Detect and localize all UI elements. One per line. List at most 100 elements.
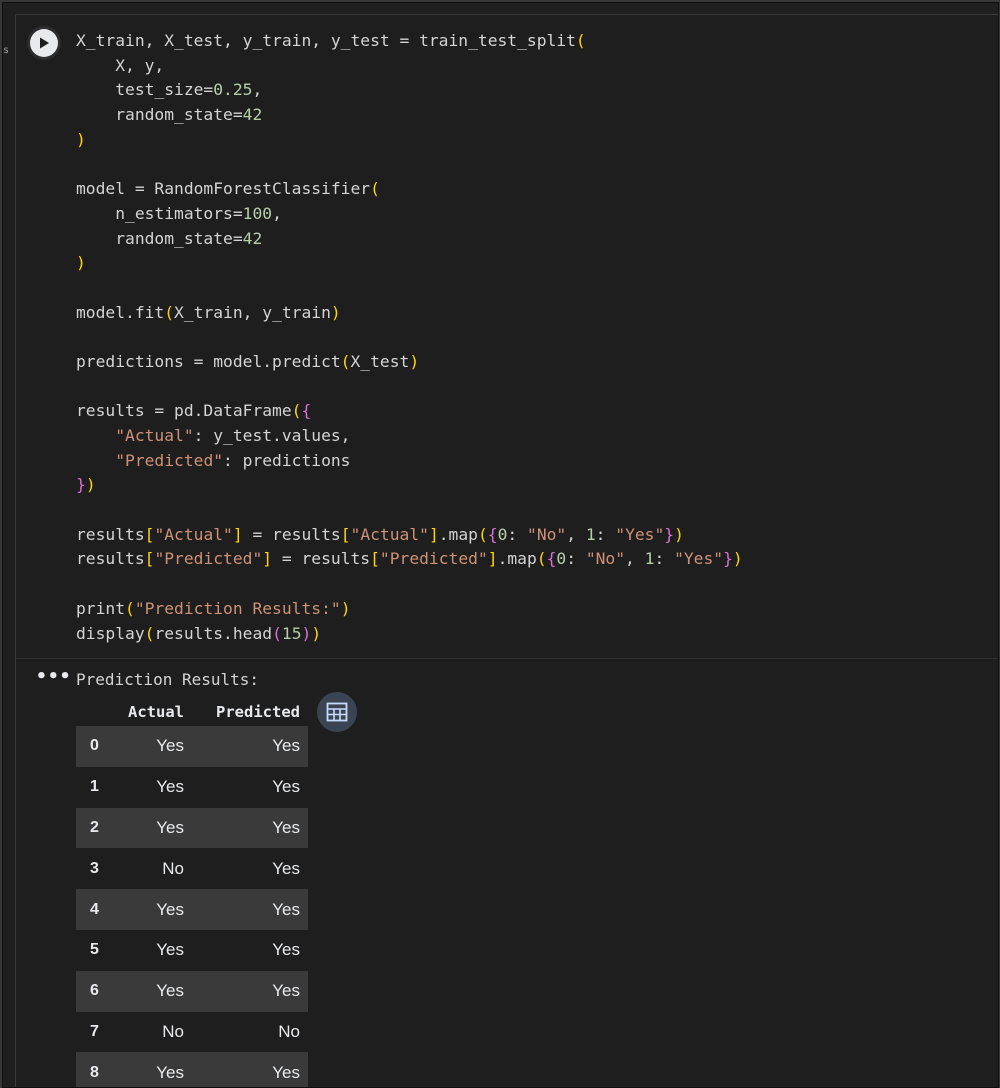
- table-row: 8 Yes Yes: [76, 1052, 308, 1087]
- code-token: .map: [497, 549, 537, 569]
- code-token: 0.25: [213, 80, 253, 100]
- code-token: : predictions: [223, 450, 351, 470]
- code-token: (: [536, 549, 547, 569]
- column-header-predicted: Predicted: [216, 703, 300, 721]
- code-line: test_size=0.25,: [76, 78, 743, 103]
- code-token: ): [330, 302, 341, 322]
- table-grid-icon: [326, 702, 348, 722]
- code-token: .map: [438, 524, 478, 544]
- code-token: "Predicted": [379, 549, 488, 569]
- code-token: }: [723, 549, 733, 569]
- code-token: X, y,: [76, 55, 165, 75]
- convert-to-interactive-table-button[interactable]: [317, 692, 357, 732]
- code-token: ): [76, 129, 86, 149]
- code-line: n_estimators=100,: [76, 202, 743, 227]
- table-row: 7 No No: [76, 1011, 308, 1053]
- code-token: 1: [585, 524, 596, 544]
- code-token: :: [566, 549, 586, 569]
- cell-predicted: Yes: [184, 807, 308, 849]
- code-token: [: [340, 524, 351, 544]
- code-token: X_train, X_test, y_train, y_test = train…: [76, 31, 576, 50]
- code-token: (: [291, 401, 302, 421]
- run-cell-button[interactable]: [30, 29, 58, 57]
- code-token: ]: [262, 549, 273, 569]
- row-index: 8: [76, 1052, 128, 1087]
- code-token: 1: [644, 549, 655, 569]
- code-token: = results: [242, 524, 341, 544]
- code-line: X, y,: [76, 54, 743, 79]
- row-index: 6: [76, 970, 128, 1012]
- code-token: 42: [242, 105, 263, 125]
- cell-predicted: Yes: [184, 929, 308, 971]
- cell-predicted: Yes: [184, 766, 308, 808]
- code-line: X_train, X_test, y_train, y_test = train…: [76, 29, 743, 54]
- code-token: X_train, y_train: [174, 302, 331, 322]
- code-line: display(results.head(15)): [76, 622, 743, 647]
- row-index: 5: [76, 929, 128, 971]
- code-token: n_estimators=: [76, 203, 243, 223]
- code-token: {: [487, 524, 498, 544]
- cell-actual: No: [128, 848, 184, 890]
- code-token: 0: [497, 524, 508, 544]
- cell-actual: Yes: [128, 1052, 184, 1087]
- code-editor[interactable]: X_train, X_test, y_train, y_test = train…: [16, 15, 998, 658]
- code-token: "No": [527, 524, 567, 544]
- cell-predicted: Yes: [184, 970, 308, 1012]
- code-token: "Predicted": [154, 549, 263, 569]
- code-line: results = pd.DataFrame({: [76, 399, 743, 424]
- code-line: model.fit(X_train, y_train): [76, 301, 743, 326]
- gutter-marker: s: [3, 45, 10, 56]
- code-token: predictions = model.predict: [76, 351, 341, 371]
- code-line: "Actual": y_test.values,: [76, 424, 743, 449]
- cell-actual: Yes: [128, 970, 184, 1012]
- code-token: "No": [585, 549, 626, 569]
- code-line: random_state=42: [76, 227, 743, 252]
- code-line: random_state=42: [76, 103, 743, 128]
- column-header-actual: Actual: [128, 703, 184, 721]
- cell-actual: Yes: [128, 929, 184, 971]
- code-cell[interactable]: X_train, X_test, y_train, y_test = train…: [15, 14, 998, 1087]
- code-token: "Yes": [674, 549, 724, 569]
- table-header-row: Actual Predicted: [76, 698, 308, 726]
- code-line: ): [76, 251, 743, 276]
- code-token: 0: [556, 549, 567, 569]
- output-divider: [16, 658, 998, 659]
- code-token: "Predicted": [115, 450, 224, 470]
- code-token: :: [654, 549, 675, 569]
- table-row: 4 Yes Yes: [76, 889, 308, 930]
- row-index: 0: [76, 726, 128, 767]
- code-token: (: [477, 524, 488, 544]
- code-token: {: [301, 401, 312, 421]
- output-menu-button[interactable]: •••: [36, 668, 71, 686]
- more-horizontal-icon: •••: [36, 666, 72, 687]
- code-token: ,: [272, 203, 282, 223]
- cell-predicted: Yes: [184, 889, 308, 930]
- code-line: predictions = model.predict(X_test): [76, 350, 743, 375]
- cell-actual: Yes: [128, 807, 184, 849]
- code-token: ): [76, 253, 86, 273]
- code-token: ]: [232, 524, 243, 544]
- code-token: ,: [625, 549, 645, 569]
- code-token: ,: [566, 524, 586, 544]
- code-token: (: [125, 598, 135, 618]
- code-line: ): [76, 128, 743, 153]
- cell-actual: Yes: [128, 726, 184, 767]
- code-token: results: [76, 549, 145, 569]
- row-index: 7: [76, 1011, 128, 1053]
- code-token: ): [732, 549, 743, 569]
- code-token: (: [144, 623, 155, 643]
- code-token: : y_test.values,: [193, 426, 351, 445]
- code-token: ): [301, 623, 312, 643]
- code-token: "Prediction Results:": [134, 598, 341, 618]
- code-token: "Actual": [350, 524, 429, 544]
- row-index: 1: [76, 766, 128, 808]
- code-token: ): [311, 623, 322, 643]
- code-token: 15: [281, 623, 302, 643]
- code-text[interactable]: X_train, X_test, y_train, y_test = train…: [76, 29, 743, 646]
- dataframe-table: Actual Predicted 0 Yes Yes 1 Yes Yes 2 Yes Yes 3 N…: [76, 698, 308, 1087]
